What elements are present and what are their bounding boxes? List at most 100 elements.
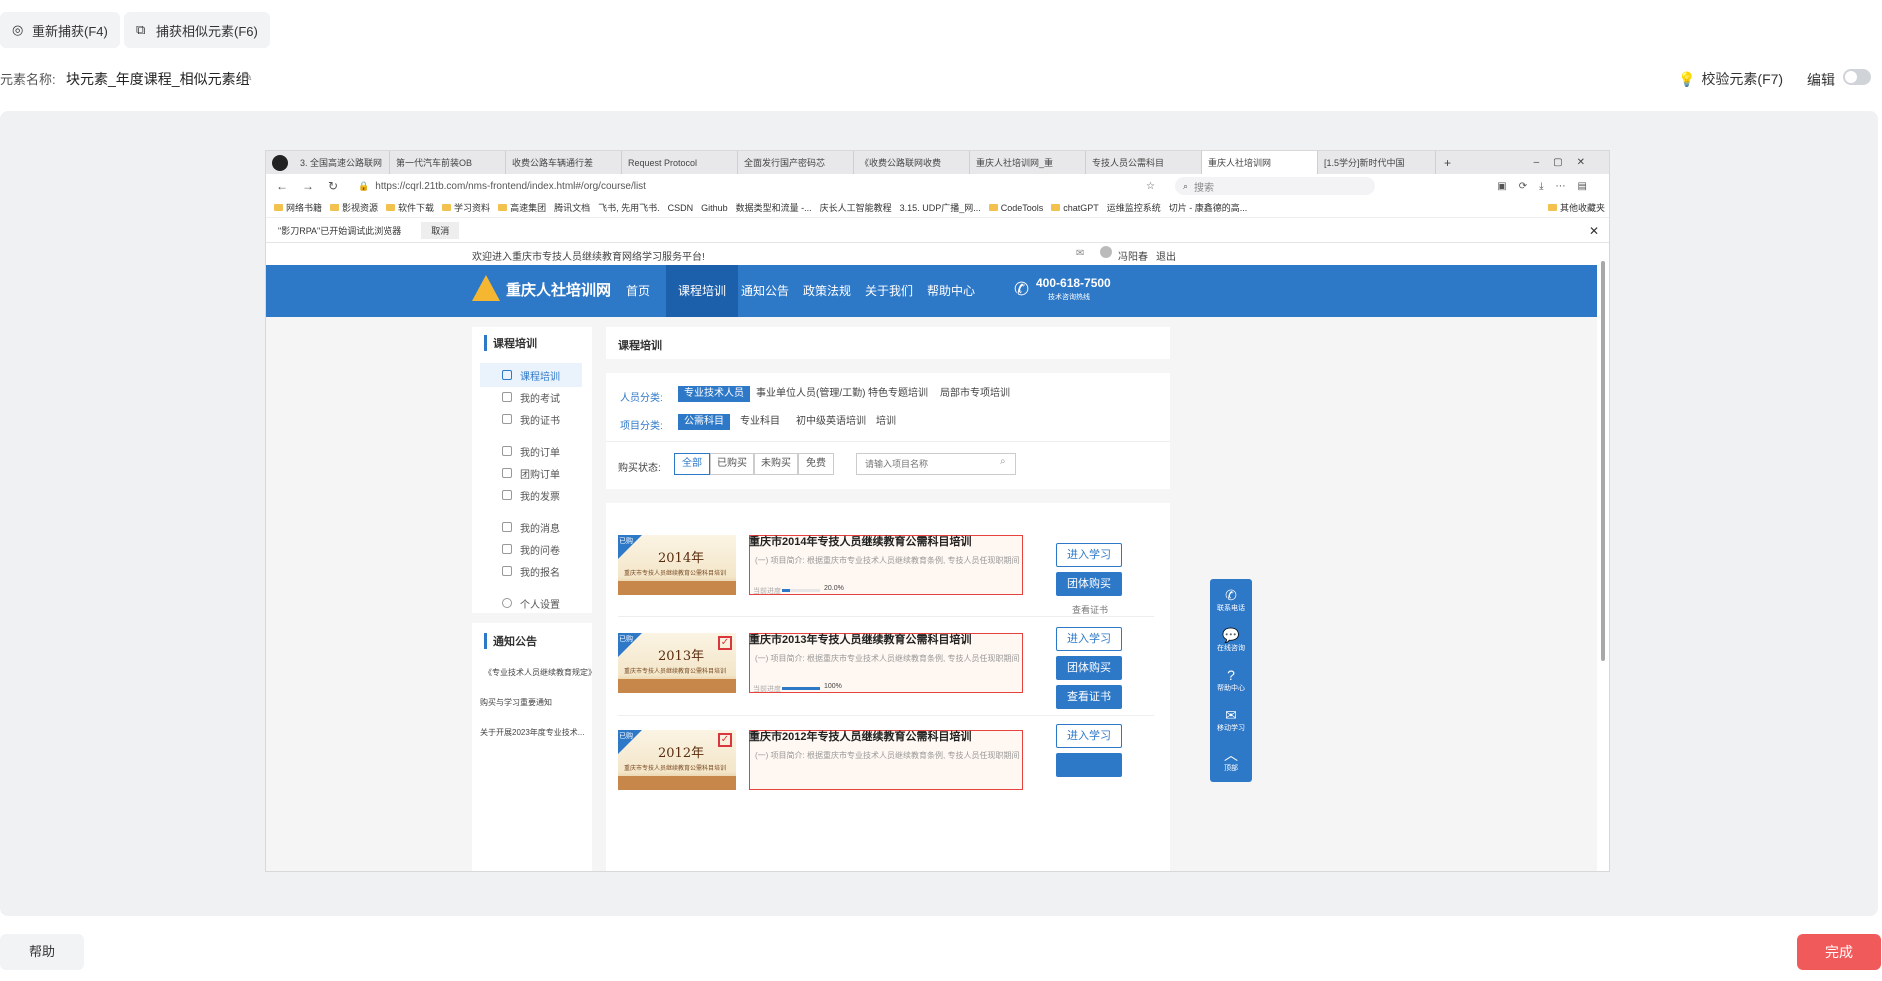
bookmark-item[interactable]: 影视资源 xyxy=(330,201,378,214)
bookmark-item[interactable]: 飞书, 先用飞书. xyxy=(598,201,660,214)
done-button[interactable]: 完成 xyxy=(1797,934,1881,970)
browser-tab-active[interactable]: 重庆人社培训网 xyxy=(1202,151,1318,174)
project-tag[interactable]: 初中级英语培训 xyxy=(790,414,872,430)
project-search-input[interactable] xyxy=(856,453,1016,475)
bookmark-item[interactable]: Github xyxy=(701,203,728,213)
bookmark-item[interactable]: 高速集团 xyxy=(498,201,546,214)
bookmark-item[interactable]: 腾讯文档 xyxy=(554,201,590,214)
window-controls[interactable]: –▢✕ xyxy=(1534,157,1599,168)
float-top[interactable]: ︿ 顶部 xyxy=(1210,747,1252,773)
float-help[interactable]: ? 帮助中心 xyxy=(1210,667,1252,693)
bookmark-item[interactable]: 切片 - 康鑫德的高... xyxy=(1169,201,1248,214)
bookmark-item[interactable]: 运维监控系统 xyxy=(1107,201,1161,214)
sidebar-item-surveys[interactable]: 我的问卷 xyxy=(480,537,582,561)
sidebar-item-group-orders[interactable]: 团购订单 xyxy=(480,461,582,485)
browser-tab[interactable]: 全面发行国产密码芯 xyxy=(738,151,854,174)
recapture-button[interactable]: ◎ 重新捕获(F4) xyxy=(0,12,120,48)
person-tag[interactable]: 特色专题培训 xyxy=(862,386,934,402)
edit-toggle[interactable] xyxy=(1843,69,1871,85)
float-mobile[interactable]: ✉ 移动学习 xyxy=(1210,707,1252,733)
notice-item[interactable]: 《专业技术人员继续教育规定》 xyxy=(484,667,596,678)
bookmarks-bar: 网络书籍 影视资源 软件下载 学习资料 高速集团 腾讯文档 飞书, 先用飞书. … xyxy=(266,198,1609,218)
group-buy-button[interactable]: 团体购买 xyxy=(1056,656,1122,680)
nav-help[interactable]: 帮助中心 xyxy=(915,265,987,317)
notice-item[interactable]: 关于开展2023年度专业技术... xyxy=(480,727,584,738)
url-field[interactable]: https://cqrl.21tb.com/nms-frontend/index… xyxy=(375,181,646,192)
browser-tab[interactable]: 第一代汽车前装OB xyxy=(390,151,506,174)
browser-tab[interactable]: 收费公路车辆通行差 xyxy=(506,151,622,174)
view-cert-link[interactable]: 查看证书 xyxy=(1072,603,1108,616)
profile-icon[interactable] xyxy=(272,154,288,171)
bookmark-other-folder[interactable]: 其他收藏夹 xyxy=(1547,201,1605,214)
mail-icon[interactable]: ✉ xyxy=(1076,248,1084,259)
sidebar-item-certs[interactable]: 我的证书 xyxy=(480,407,582,431)
buy-filter-all[interactable]: 全部 xyxy=(674,453,710,475)
verify-element-button[interactable]: 💡 校验元素(F7) xyxy=(1678,69,1783,89)
browser-toolbar-icons[interactable]: ▣⟳⤓⋯▤ xyxy=(1497,181,1599,192)
buy-filter-not-bought[interactable]: 未购买 xyxy=(754,453,798,475)
sidebar-item-messages[interactable]: 我的消息 xyxy=(480,515,582,539)
search-icon[interactable]: ⌕ xyxy=(1000,456,1006,467)
capture-similar-button[interactable]: ⧉ 捕获相似元素(F6) xyxy=(124,12,270,48)
bookmark-item[interactable]: 庆长人工智能教程 xyxy=(820,201,892,214)
project-tag[interactable]: 培训 xyxy=(870,414,902,430)
back-icon[interactable]: ← xyxy=(276,179,288,193)
sidebar-item-orders[interactable]: 我的订单 xyxy=(480,439,582,463)
browser-tab[interactable]: 重庆人社培训网_重 xyxy=(970,151,1086,174)
site-logo-text[interactable]: 重庆人社培训网 xyxy=(506,279,611,300)
person-tag[interactable]: 事业单位人员(管理/工勤) xyxy=(750,386,871,402)
sidebar-item-courses[interactable]: 课程培训 xyxy=(480,363,582,387)
browser-tab[interactable]: 《收费公路联网收费 xyxy=(854,151,970,174)
nav-home[interactable]: 首页 xyxy=(614,265,662,317)
notice-item[interactable]: 购买与学习重要通知 xyxy=(480,697,552,708)
group-buy-button[interactable] xyxy=(1056,753,1122,777)
rpa-cancel-button[interactable]: 取消 xyxy=(421,222,460,239)
help-button[interactable]: 帮助 xyxy=(0,934,84,970)
float-consult[interactable]: 💬 在线咨询 xyxy=(1210,627,1252,653)
browser-search-box[interactable]: ⌕ 搜索 xyxy=(1174,177,1375,195)
refresh-icon[interactable]: ↻ xyxy=(328,179,338,193)
bookmark-item[interactable]: 学习资料 xyxy=(442,201,490,214)
sidebar-item-enroll[interactable]: 我的报名 xyxy=(480,559,582,583)
bookmark-item[interactable]: 数据类型和流量 -... xyxy=(736,201,812,214)
bookmark-item[interactable]: CSDN xyxy=(668,203,694,213)
course-thumbnail[interactable]: 已购 2014年 重庆市专技人员继续教育公需科目培训 xyxy=(618,535,736,595)
person-tag[interactable]: 局部市专项培训 xyxy=(934,386,1016,402)
bookmark-item[interactable]: chatGPT xyxy=(1051,203,1099,213)
course-thumbnail[interactable]: 已购 2012年 重庆市专技人员继续教育公需科目培训 ✓ xyxy=(618,730,736,790)
close-icon[interactable]: ✕ xyxy=(1589,224,1599,238)
new-tab-icon[interactable]: + xyxy=(1444,156,1451,170)
browser-tab[interactable]: [1.5学分]新时代中国 xyxy=(1318,151,1436,174)
enter-study-button[interactable]: 进入学习 xyxy=(1056,724,1122,748)
group-buy-button[interactable]: 团体购买 xyxy=(1056,572,1122,596)
bookmark-item[interactable]: 软件下载 xyxy=(386,201,434,214)
nav-courses[interactable]: 课程培训 xyxy=(666,265,739,317)
person-tag[interactable]: 专业技术人员 xyxy=(678,386,750,402)
buy-filter-free[interactable]: 免费 xyxy=(798,453,834,475)
course-title[interactable]: 重庆市2012年专技人员继续教育公需科目培训 xyxy=(749,728,971,744)
sidebar-item-invoices[interactable]: 我的发票 xyxy=(480,483,582,507)
sidebar-item-exams[interactable]: 我的考试 xyxy=(480,385,582,409)
view-cert-button[interactable]: 查看证书 xyxy=(1056,685,1122,709)
course-thumbnail[interactable]: 已购 2013年 重庆市专技人员继续教育公需科目培训 ✓ xyxy=(618,633,736,693)
bookmark-item[interactable]: 3.15. UDP广播_网... xyxy=(900,201,981,214)
star-icon[interactable]: ☆ xyxy=(1146,181,1155,192)
course-title[interactable]: 重庆市2014年专技人员继续教育公需科目培训 xyxy=(749,533,971,549)
float-phone[interactable]: ✆ 联系电话 xyxy=(1210,587,1252,613)
project-tag[interactable]: 专业科目 xyxy=(734,414,786,430)
bookmark-item[interactable]: CodeTools xyxy=(988,203,1043,213)
logout-link[interactable]: 退出 xyxy=(1156,248,1176,263)
browser-tab[interactable]: 3. 全国高速公路联网 xyxy=(294,151,390,174)
course-title[interactable]: 重庆市2013年专技人员继续教育公需科目培训 xyxy=(749,631,971,647)
enter-study-button[interactable]: 进入学习 xyxy=(1056,543,1122,567)
forward-icon[interactable]: → xyxy=(302,179,314,193)
edit-pencil-icon[interactable]: ✎ xyxy=(242,69,253,85)
enter-study-button[interactable]: 进入学习 xyxy=(1056,627,1122,651)
buy-filter-bought[interactable]: 已购买 xyxy=(710,453,754,475)
browser-tab[interactable]: Request Protocol xyxy=(622,151,738,174)
browser-tab[interactable]: 专技人员公需科目 xyxy=(1086,151,1202,174)
page-scrollbar[interactable] xyxy=(1597,243,1609,871)
project-tag[interactable]: 公需科目 xyxy=(678,414,730,430)
bookmark-item[interactable]: 网络书籍 xyxy=(274,201,322,214)
sidebar-item-settings[interactable]: 个人设置 xyxy=(480,591,582,615)
